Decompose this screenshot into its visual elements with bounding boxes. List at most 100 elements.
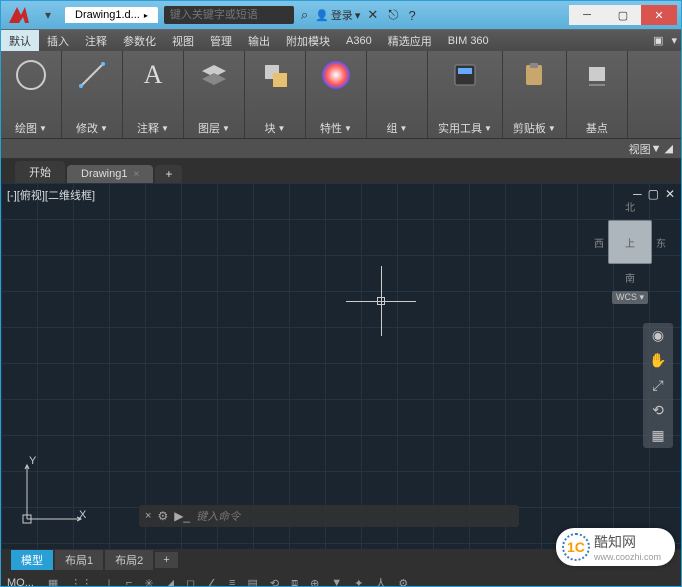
grid [1,183,681,549]
document-title: Drawing1.d... [75,9,140,21]
tab-layout2[interactable]: 布局2 [105,550,153,570]
panel-basepoint[interactable]: 基点 [567,51,628,138]
close-button[interactable]: ✕ [641,5,677,25]
command-line[interactable]: × ⚙ ▶_ 键入命令 [139,505,519,527]
qat-dropdown[interactable]: ▾ [39,6,57,24]
tab-output[interactable]: 输出 [240,30,278,51]
vp-close-icon[interactable]: ✕ [665,187,675,201]
panel-block[interactable]: 块▼ [245,51,306,138]
tab-start[interactable]: 开始 [15,161,65,183]
viewport-label[interactable]: [-][俯视][二维线框] [7,187,95,203]
document-tabs: 开始 Drawing1× + [1,159,681,183]
panel-draw[interactable]: 绘图▼ [1,51,62,138]
new-tab-button[interactable]: + [155,165,182,183]
watermark-logo-icon: 1C [562,533,590,561]
search-input[interactable] [164,6,294,24]
layer-icon [194,55,234,95]
nav-orbit-icon[interactable]: ⟲ [652,402,664,419]
ribbon-view-dropdown[interactable]: 视图 ▼ ◢ [1,139,681,159]
tab-layout1[interactable]: 布局1 [55,550,103,570]
app-logo[interactable] [5,4,33,26]
panel-utilities[interactable]: 实用工具▼ [428,51,503,138]
block-icon [255,55,295,95]
viewcube[interactable]: 北 西 上 东 南 WCS ▾ [595,199,665,289]
search-icon[interactable]: ⌕ [298,7,311,23]
sb-cycling-icon[interactable]: ⟲ [266,571,283,587]
tab-model[interactable]: 模型 [11,550,53,570]
viewcube-face[interactable]: 上 [608,220,652,264]
ribbon-tabs: 默认 插入 注释 参数化 视图 管理 输出 附加模块 A360 精选应用 BIM… [1,29,681,51]
tab-bim360[interactable]: BIM 360 [440,30,497,51]
document-title-tab[interactable]: Drawing1.d... ▸ [65,7,158,23]
sb-filter-icon[interactable]: ▼ [327,571,346,587]
navigation-bar: ◉ ✋ ⤢ ⟲ ▦ [643,323,673,448]
tab-parametric[interactable]: 参数化 [115,30,164,51]
sb-osnap-icon[interactable]: ◻ [182,571,199,587]
cmdline-close-icon[interactable]: × [145,510,151,522]
status-text: MO... [7,577,40,587]
tab-manage[interactable]: 管理 [202,30,240,51]
titlebar: ▾ Drawing1.d... ▸ ⌕ 👤 登录 ▾ ✕ ⎋ ? ─ ▢ ✕ [1,1,681,29]
draw-icon [11,55,51,95]
ribbon: 绘图▼ 修改▼ A 注释▼ 图层▼ 块▼ 特性▼ 组▼ 实用工具▼ [1,51,681,139]
share-icon[interactable]: ⎋ [385,7,401,23]
app-window: ▾ Drawing1.d... ▸ ⌕ 👤 登录 ▾ ✕ ⎋ ? ─ ▢ ✕ 默… [0,0,682,587]
drawing-viewport[interactable]: [-][俯视][二维线框] ─ ▢ ✕ 北 西 上 东 南 WCS ▾ ◉ ✋ … [1,183,681,549]
modify-icon [72,55,112,95]
panel-group[interactable]: 组▼ [367,51,428,138]
ribbon-focus-icon[interactable]: ▣ [649,34,667,47]
properties-icon [316,55,356,95]
tab-default[interactable]: 默认 [1,30,39,51]
panel-layer[interactable]: 图层▼ [184,51,245,138]
nav-zoom-icon[interactable]: ⤢ [652,377,663,394]
cmdline-prompt-icon: ▶_ [174,509,190,523]
sb-workspace-icon[interactable]: ⚙ [394,571,412,587]
utilities-icon [445,55,485,95]
minimize-button[interactable]: ─ [569,5,605,25]
maximize-button[interactable]: ▢ [605,5,641,25]
doc-dropdown-icon: ▸ [144,11,148,20]
tab-drawing1[interactable]: Drawing1× [67,165,153,183]
ribbon-collapse-icon[interactable]: ▾ [667,34,681,47]
sb-3dosnap-icon[interactable]: ⧈ [287,571,302,587]
sb-transparency-icon[interactable]: ▤ [243,571,261,587]
status-bar: MO... ▦ ⋮⋮ ⊥ ⌐ ✳ ◢ ◻ ∠ ≡ ▤ ⟲ ⧈ ⊕ ▼ ✦ 人 ⚙ [1,571,681,587]
nav-wheel-icon[interactable]: ◉ [652,327,664,344]
basepoint-icon [577,55,617,95]
tab-annotate[interactable]: 注释 [77,30,115,51]
nav-pan-icon[interactable]: ✋ [649,352,666,369]
panel-annotate[interactable]: A 注释▼ [123,51,184,138]
sb-annoscale-icon[interactable]: 人 [371,571,390,587]
sb-otrack-icon[interactable]: ∠ [203,571,221,587]
sb-infer-icon[interactable]: ⊥ [100,571,118,587]
watermark: 1C 酷知网 www.coozhi.com [556,528,675,566]
sb-ortho-icon[interactable]: ⌐ [122,571,136,587]
sb-lineweight-icon[interactable]: ≡ [225,571,239,587]
tab-view[interactable]: 视图 [164,30,202,51]
tab-insert[interactable]: 插入 [39,30,77,51]
panel-modify[interactable]: 修改▼ [62,51,123,138]
clipboard-icon [514,55,554,95]
tab-featured[interactable]: 精选应用 [380,30,440,51]
sb-polar-icon[interactable]: ✳ [140,571,157,587]
sb-snap-icon[interactable]: ⋮⋮ [66,571,96,587]
nav-show-icon[interactable]: ▦ [651,427,664,444]
panel-clipboard[interactable]: 剪贴板▼ [503,51,567,138]
cmdline-customize-icon[interactable]: ⚙ [157,509,168,523]
panel-properties[interactable]: 特性▼ [306,51,367,138]
add-layout-button[interactable]: + [155,552,177,568]
sb-gizmo-icon[interactable]: ✦ [350,571,367,587]
sb-grid-icon[interactable]: ▦ [44,571,62,587]
sb-iso-icon[interactable]: ◢ [162,571,178,587]
text-icon: A [133,55,173,95]
exchange-icon[interactable]: ✕ [364,7,381,23]
close-icon[interactable]: × [133,169,139,180]
tab-a360[interactable]: A360 [338,30,380,51]
group-icon [377,55,417,95]
cmdline-placeholder: 键入命令 [196,508,240,524]
wcs-label[interactable]: WCS ▾ [612,291,648,304]
login-button[interactable]: 👤 登录 ▾ [315,7,360,23]
help-icon[interactable]: ? [406,8,419,23]
tab-addons[interactable]: 附加模块 [278,30,338,51]
sb-dynamic-icon[interactable]: ⊕ [306,571,323,587]
